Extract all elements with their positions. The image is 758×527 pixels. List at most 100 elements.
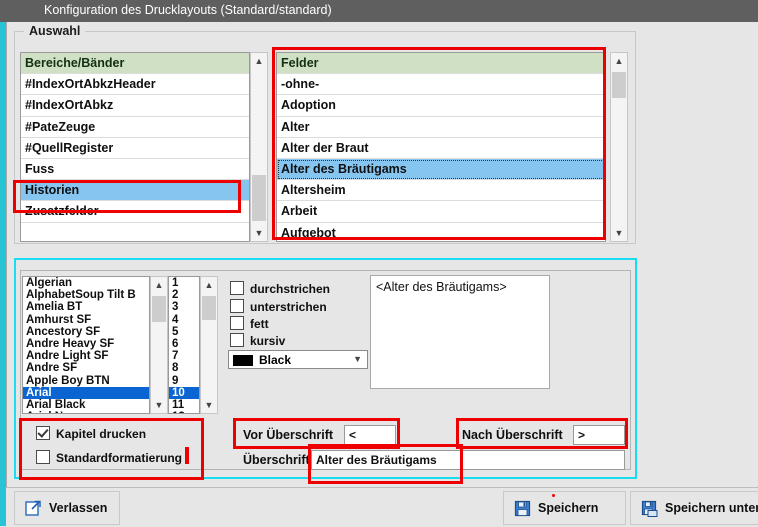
list-item[interactable]: Arbeit — [277, 201, 605, 223]
checkbox-durchstrichen[interactable]: durchstrichen — [230, 281, 330, 296]
checkbox-box-icon[interactable] — [36, 426, 50, 440]
save-icon — [514, 500, 531, 517]
scroll-down-icon[interactable]: ▼ — [611, 225, 627, 241]
list-item[interactable]: Arial — [23, 386, 149, 399]
color-value: Black — [259, 353, 292, 367]
list-item[interactable]: Algerian — [23, 277, 149, 289]
input-ueberschrift[interactable]: Alter des Bräutigams — [311, 450, 625, 470]
window-title: Konfiguration des Drucklayouts (Standard… — [44, 3, 332, 17]
checkbox-box-icon[interactable] — [230, 333, 244, 347]
modified-indicator-dot — [552, 494, 555, 497]
list-item[interactable]: -ohne- — [277, 74, 605, 96]
list-item[interactable]: 9 — [169, 375, 199, 387]
list-item[interactable]: Alter des Bräutigams — [277, 158, 605, 181]
label-ueberschrift: Überschrift — [243, 453, 310, 467]
list-item[interactable]: AlphabetSoup Tilt B — [23, 289, 149, 301]
font-size-listbox[interactable]: 123456789101112 — [168, 276, 200, 414]
list-item[interactable]: Alter — [277, 117, 605, 138]
list-item[interactable]: Amelia BT — [23, 301, 149, 313]
preview-box: <Alter des Bräutigams> — [370, 275, 550, 389]
preview-text: <Alter des Bräutigams> — [376, 280, 507, 294]
checkbox-box-icon[interactable] — [230, 281, 244, 295]
checkbox-standardformatierung[interactable]: Standardformatierung — [36, 450, 182, 465]
font-family-listbox[interactable]: Algerian AlphabetSoup Tilt B Amelia BT Amhu… — [22, 276, 150, 414]
scroll-down-icon[interactable]: ▼ — [201, 397, 217, 413]
checkbox-label: fett — [250, 317, 269, 331]
list-item[interactable]: Altersheim — [277, 180, 605, 202]
scroll-down-icon[interactable]: ▼ — [151, 397, 167, 413]
list-item[interactable]: #IndexOrtAbkz — [21, 95, 249, 117]
input-vor-ueberschrift[interactable]: < — [344, 425, 396, 445]
window-titlebar: Konfiguration des Drucklayouts (Standard… — [0, 0, 758, 22]
scroll-up-icon[interactable]: ▲ — [201, 277, 217, 293]
list-item[interactable]: 3 — [169, 301, 199, 313]
list-item[interactable]: 6 — [169, 338, 199, 350]
application-window: Konfiguration des Drucklayouts (Standard… — [0, 0, 758, 527]
list-item[interactable]: Arial Narrow — [23, 411, 149, 413]
scroll-down-icon[interactable]: ▼ — [251, 225, 267, 241]
scroll-up-icon[interactable]: ▲ — [251, 53, 267, 69]
list-item[interactable]: 2 — [169, 289, 199, 301]
list-item[interactable]: #QuellRegister — [21, 138, 249, 159]
speichern-button[interactable]: Speichern — [503, 491, 626, 525]
list-item[interactable]: Zusatzfelder — [21, 201, 249, 223]
list-item[interactable]: 8 — [169, 362, 199, 374]
list-item[interactable]: Adoption — [277, 95, 605, 117]
speichern-label: Speichern — [538, 501, 599, 515]
checkbox-label: kursiv — [250, 334, 286, 348]
scroll-up-icon[interactable]: ▲ — [151, 277, 167, 293]
felder-listbox[interactable]: Felder -ohne- Adoption Alter Alter der Braut… — [276, 52, 606, 242]
verlassen-label: Verlassen — [49, 501, 108, 515]
list-item[interactable]: 4 — [169, 314, 199, 326]
checkbox-label: Kapitel drucken — [56, 427, 147, 441]
list-item[interactable]: Ancestory SF — [23, 326, 149, 338]
font-size-scrollbar[interactable]: ▲ ▼ — [200, 276, 218, 414]
chevron-down-icon[interactable]: ▼ — [353, 354, 362, 364]
list-item[interactable]: Apple Boy BTN — [23, 375, 149, 387]
input-nach-ueberschrift[interactable]: > — [573, 425, 625, 445]
scrollbar-thumb[interactable] — [252, 175, 266, 221]
list-item[interactable]: 7 — [169, 350, 199, 362]
scrollbar-thumb[interactable] — [612, 72, 626, 98]
list-item[interactable]: Arial Black — [23, 399, 149, 411]
scroll-up-icon[interactable]: ▲ — [611, 53, 627, 69]
scrollbar-thumb[interactable] — [152, 296, 166, 322]
checkbox-fett[interactable]: fett — [230, 316, 269, 331]
list-item[interactable]: Andre Light SF — [23, 350, 149, 362]
bereiche-listbox[interactable]: Bereiche/Bänder #IndexOrtAbkzHeader #Index… — [20, 52, 250, 242]
list-item[interactable]: 5 — [169, 326, 199, 338]
list-item[interactable]: #PateZeuge — [21, 117, 249, 138]
checkbox-unterstrichen[interactable]: unterstrichen — [230, 299, 327, 314]
scrollbar-thumb[interactable] — [202, 296, 216, 320]
bereiche-scrollbar[interactable]: ▲ ▼ — [250, 52, 268, 242]
checkbox-box-icon[interactable] — [230, 299, 244, 313]
exit-icon — [25, 500, 42, 517]
checkbox-kapitel-drucken[interactable]: Kapitel drucken — [36, 426, 146, 441]
speichern-unter-label: Speichern unter — [665, 501, 758, 515]
list-item[interactable]: Fuss — [21, 159, 249, 181]
list-item[interactable]: Amhurst SF — [23, 314, 149, 326]
verlassen-button[interactable]: Verlassen — [14, 491, 120, 525]
red-caret-marker — [185, 447, 189, 464]
list-header: Bereiche/Bänder — [21, 53, 249, 75]
font-family-scrollbar[interactable]: ▲ ▼ — [150, 276, 168, 414]
list-header: Felder — [277, 53, 605, 75]
list-item[interactable]: Andre SF — [23, 362, 149, 374]
list-item[interactable]: Historien — [21, 180, 249, 202]
felder-scrollbar[interactable]: ▲ ▼ — [610, 52, 628, 242]
list-item[interactable]: Alter der Braut — [277, 138, 605, 159]
checkbox-label: Standardformatierung — [56, 451, 183, 465]
checkbox-box-icon[interactable] — [36, 450, 50, 464]
list-item[interactable]: 12 — [169, 411, 199, 413]
checkbox-kursiv[interactable]: kursiv — [230, 333, 285, 348]
list-item[interactable]: 1 — [169, 277, 199, 289]
speichern-unter-button[interactable]: Speichern unter — [630, 491, 758, 525]
list-item[interactable]: Aufgebot — [277, 223, 605, 242]
checkbox-box-icon[interactable] — [230, 316, 244, 330]
color-swatch-icon — [233, 355, 253, 366]
font-color-combobox[interactable]: Black ▼ — [228, 350, 368, 369]
list-item[interactable]: #IndexOrtAbkzHeader — [21, 74, 249, 96]
list-item[interactable]: 11 — [169, 399, 199, 411]
list-item[interactable]: Andre Heavy SF — [23, 338, 149, 350]
list-item[interactable]: 10 — [169, 386, 199, 399]
